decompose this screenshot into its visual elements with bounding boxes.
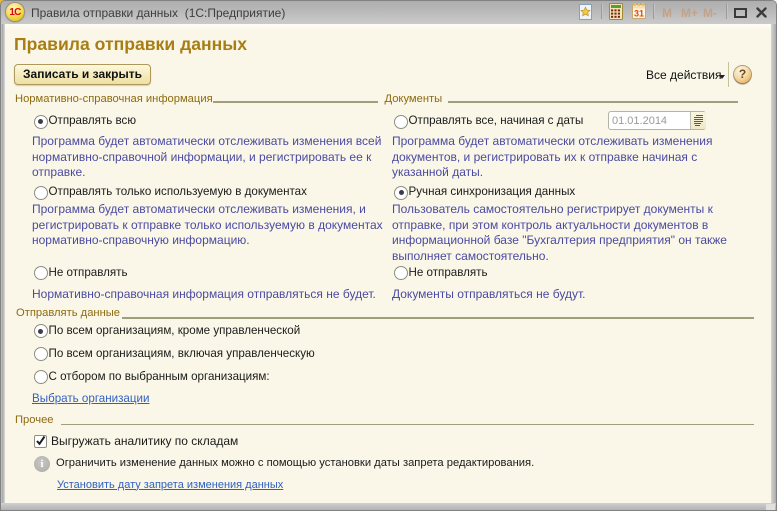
svg-text:31: 31 <box>634 9 644 19</box>
